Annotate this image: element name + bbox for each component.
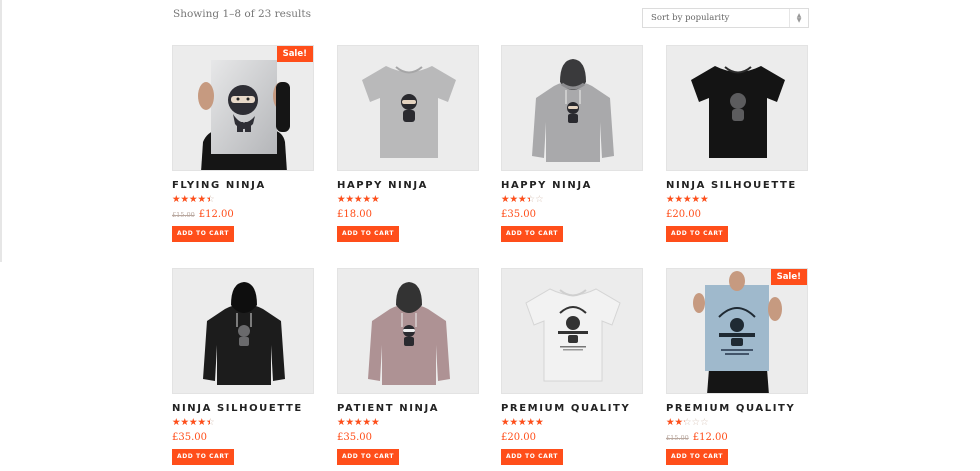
product-card: NINJA SILHOUETTE ☆☆☆☆☆ ★★★★★ £35.00 ADD … (172, 268, 315, 465)
old-price: £15.00 (666, 434, 689, 442)
product-price: £15.00 £12.00 (172, 209, 315, 220)
product-image[interactable] (337, 268, 479, 394)
add-to-cart-button[interactable]: ADD TO CART (501, 449, 563, 465)
star-filled-icon: ★★★★★ (172, 195, 211, 205)
product-card: HAPPY NINJA ☆☆☆☆☆ ★★★★★ £35.00 ADD TO CA… (501, 45, 644, 242)
star-filled-icon: ★★★★★ (501, 195, 530, 205)
product-image[interactable] (666, 45, 808, 171)
product-image[interactable]: Sale! (172, 45, 314, 171)
add-to-cart-button[interactable]: ADD TO CART (337, 226, 399, 242)
white-tshirt-image (502, 269, 642, 393)
product-title[interactable]: HAPPY NINJA (337, 180, 480, 191)
product-price: £20.00 (666, 209, 809, 220)
star-rating: ☆☆☆☆☆ ★★★★★ (172, 195, 220, 205)
sale-badge: Sale! (276, 46, 313, 62)
product-card: PREMIUM QUALITY ☆☆☆☆☆ ★★★★★ £20.00 ADD T… (501, 268, 644, 465)
current-price: £35.00 (501, 209, 536, 220)
add-to-cart-button[interactable]: ADD TO CART (501, 226, 563, 242)
product-image[interactable] (172, 268, 314, 394)
star-filled-icon: ★★★★★ (337, 195, 380, 205)
product-price: £35.00 (337, 432, 480, 443)
product-title[interactable]: NINJA SILHOUETTE (666, 180, 809, 191)
black-hoodie-image (173, 269, 313, 393)
product-image[interactable] (501, 45, 643, 171)
product-title[interactable]: PREMIUM QUALITY (666, 403, 809, 414)
add-to-cart-button[interactable]: ADD TO CART (172, 449, 234, 465)
product-card: HAPPY NINJA ☆☆☆☆☆ ★★★★★ £18.00 ADD TO CA… (337, 45, 480, 242)
current-price: £18.00 (337, 209, 372, 220)
star-filled-icon: ★★★★★ (337, 418, 380, 428)
product-price: £18.00 (337, 209, 480, 220)
product-card: Sale! FLYING NINJA ☆☆☆☆☆ ★★★★★ £15.00 £12… (172, 45, 315, 242)
star-rating: ☆☆☆☆☆ ★★★★★ (172, 418, 220, 428)
star-filled-icon: ★★★★★ (666, 195, 709, 205)
sort-select[interactable]: Sort by popularity ▲ ▼ (642, 8, 809, 28)
product-card: PATIENT NINJA ☆☆☆☆☆ ★★★★★ £35.00 ADD TO … (337, 268, 480, 465)
product-title[interactable]: FLYING NINJA (172, 180, 315, 191)
star-rating: ☆☆☆☆☆ ★★★★★ (337, 418, 385, 428)
product-title[interactable]: PATIENT NINJA (337, 403, 480, 414)
result-count: Showing 1–8 of 23 results (173, 8, 311, 20)
product-image[interactable] (337, 45, 479, 171)
product-price: £20.00 (501, 432, 644, 443)
product-image[interactable] (501, 268, 643, 394)
current-price: £20.00 (501, 432, 536, 443)
shop-page: Showing 1–8 of 23 results Sort by popula… (0, 0, 980, 471)
product-title[interactable]: PREMIUM QUALITY (501, 403, 644, 414)
sale-badge: Sale! (770, 269, 807, 285)
add-to-cart-button[interactable]: ADD TO CART (666, 226, 728, 242)
pink-hoodie-image (338, 269, 478, 393)
add-to-cart-button[interactable]: ADD TO CART (172, 226, 234, 242)
product-title[interactable]: NINJA SILHOUETTE (172, 403, 315, 414)
star-rating: ☆☆☆☆☆ ★★★★★ (501, 418, 549, 428)
poster-premium-image (667, 269, 807, 393)
product-card: Sale! PREMIUM QUALITY ☆☆☆☆☆ ★★★★★ £15.00… (666, 268, 809, 465)
grey-hoodie-image (502, 46, 642, 170)
current-price: £12.00 (692, 432, 728, 443)
product-image[interactable]: Sale! (666, 268, 808, 394)
product-price: £35.00 (501, 209, 644, 220)
left-border (0, 0, 2, 262)
add-to-cart-button[interactable]: ADD TO CART (666, 449, 728, 465)
add-to-cart-button[interactable]: ADD TO CART (337, 449, 399, 465)
current-price: £35.00 (172, 432, 207, 443)
star-rating: ☆☆☆☆☆ ★★★★★ (501, 195, 549, 205)
star-rating: ☆☆☆☆☆ ★★★★★ (666, 195, 714, 205)
product-card: NINJA SILHOUETTE ☆☆☆☆☆ ★★★★★ £20.00 ADD … (666, 45, 809, 242)
old-price: £15.00 (172, 211, 195, 219)
star-filled-icon: ★★★★★ (501, 418, 544, 428)
star-filled-icon: ★★★★★ (666, 418, 685, 428)
star-rating: ☆☆☆☆☆ ★★★★★ (666, 418, 714, 428)
current-price: £35.00 (337, 432, 372, 443)
poster-ninja-image (173, 46, 313, 170)
grey-tshirt-image (338, 46, 478, 170)
star-rating: ☆☆☆☆☆ ★★★★★ (337, 195, 385, 205)
product-price: £15.00 £12.00 (666, 432, 809, 443)
current-price: £20.00 (666, 209, 701, 220)
select-arrows-icon: ▲ ▼ (789, 9, 808, 27)
black-tshirt-image (667, 46, 807, 170)
product-price: £35.00 (172, 432, 315, 443)
star-filled-icon: ★★★★★ (172, 418, 211, 428)
product-title[interactable]: HAPPY NINJA (501, 180, 644, 191)
current-price: £12.00 (198, 209, 234, 220)
sort-selected-value: Sort by popularity (651, 13, 730, 23)
